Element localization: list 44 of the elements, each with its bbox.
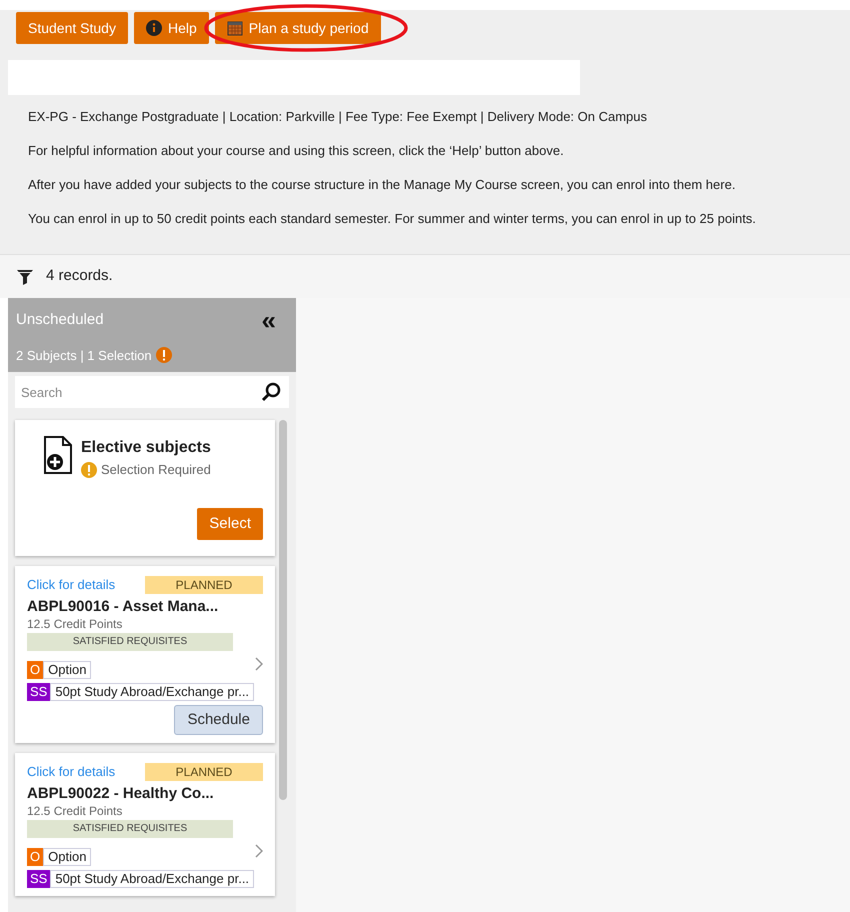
info-text: After you have added your subjects to the course structure in the Manage My Course screen, you can enrol into them here. <box>28 176 736 194</box>
status-badge: PLANNED <box>145 762 263 781</box>
select-button[interactable]: Select <box>197 508 263 540</box>
scrollbar[interactable] <box>279 420 287 800</box>
tag-label: 50pt Study Abroad/Exchange pr... <box>50 682 254 700</box>
tag-label: 50pt Study Abroad/Exchange pr... <box>50 870 254 888</box>
tag-label: Option <box>43 660 92 678</box>
credit-points: 12.5 Credit Points <box>27 616 124 630</box>
info-icon <box>146 20 162 36</box>
toolbar-button[interactable]: Plan a study period <box>214 12 381 44</box>
tag-code: SS <box>27 682 50 700</box>
status-badge: PLANNED <box>145 576 263 594</box>
chevron-right-icon[interactable] <box>255 656 263 670</box>
records-count: 4 records. <box>46 266 113 286</box>
details-link[interactable]: Click for details <box>27 762 116 782</box>
tag-code: O <box>27 660 44 678</box>
collapse-button[interactable]: « <box>262 310 276 330</box>
card-title: Elective subjects <box>81 438 211 458</box>
panel-summary: 2 Subjects | 1 Selection <box>16 346 152 365</box>
status-text: Selection Required <box>101 461 211 479</box>
subject-title: ABPL90022 - Healthy Co... <box>27 784 215 804</box>
credit-points: 12.5 Credit Points <box>27 804 124 818</box>
requisites-badge: SATISFIED REQUISITES <box>27 820 233 838</box>
warning-icon <box>156 347 172 364</box>
document-plus-icon <box>43 436 73 474</box>
schedule-button[interactable]: Schedule <box>174 704 263 735</box>
toolbar-button[interactable]: Student Study <box>16 12 128 44</box>
calendar-icon <box>226 20 243 36</box>
info-text: EX-PG - Exchange Postgraduate | Location: Parkville | Fee Type: Fee Exempt | Delivery Mode: On Campus <box>28 108 648 126</box>
tag-code: O <box>27 848 44 866</box>
toolbar-button[interactable]: Help <box>134 12 209 44</box>
panel-title: Unscheduled <box>16 310 104 330</box>
requisites-badge: SATISFIED REQUISITES <box>27 632 233 650</box>
search-icon[interactable] <box>261 382 281 402</box>
tag-label: Option <box>43 848 92 866</box>
filter-icon[interactable] <box>16 268 34 284</box>
tag-code: SS <box>27 870 50 888</box>
search-field[interactable]: Search <box>15 376 289 408</box>
subject-title: ABPL90016 - Asset Mana... <box>27 596 220 616</box>
details-link[interactable]: Click for details <box>27 575 116 594</box>
info-text: For helpful information about your course and using this screen, click the ‘Help’ button above. <box>28 142 565 160</box>
warning-icon <box>81 462 97 478</box>
chevron-right-icon[interactable] <box>255 844 263 858</box>
info-text: You can enrol in up to 50 credit points each standard semester. For summer and winter terms, you can enrol in up to 25 points. <box>28 210 757 228</box>
